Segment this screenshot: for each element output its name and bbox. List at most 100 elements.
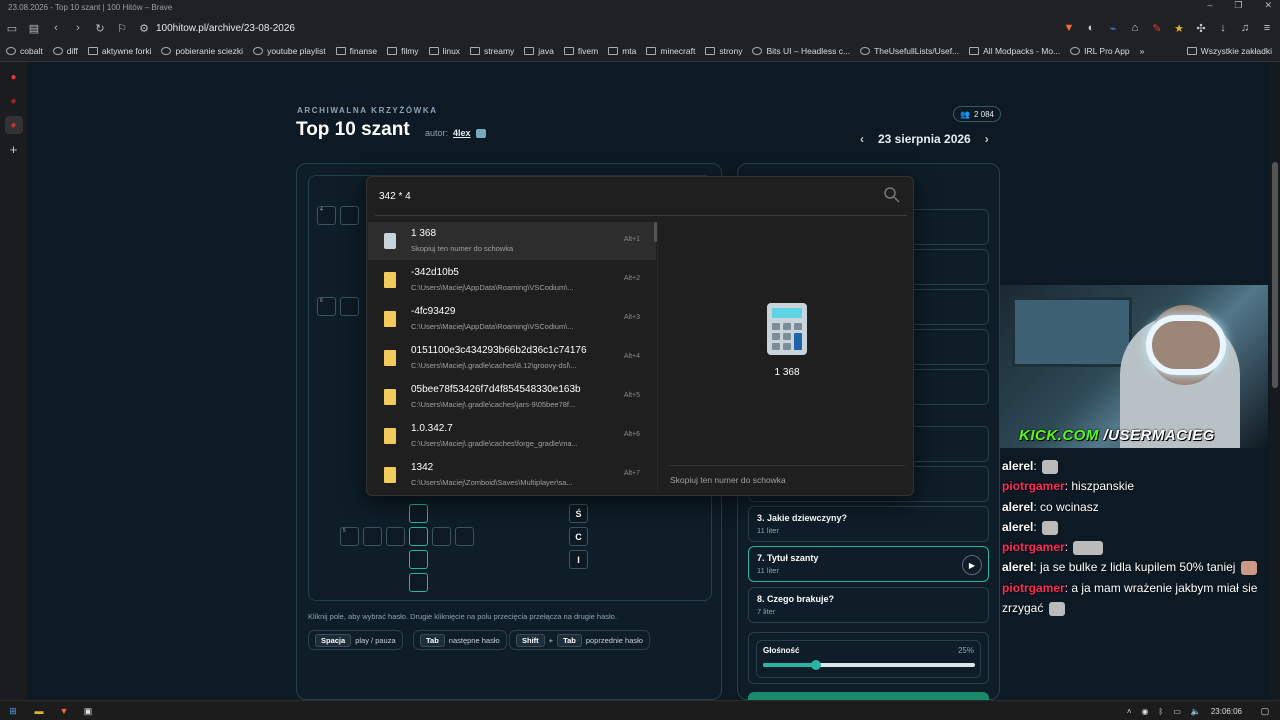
sidebar-app-icon[interactable]: ● <box>5 68 23 86</box>
folder-icon <box>384 272 396 288</box>
bookmark-folder[interactable]: linux <box>428 46 460 56</box>
restore-icon[interactable]: ❐ <box>1234 0 1242 16</box>
extension-icon[interactable]: ⌂ <box>1126 18 1144 38</box>
app-icon[interactable]: ▣ <box>81 704 95 718</box>
bookmark-folder[interactable]: mta <box>608 46 636 56</box>
music-icon[interactable]: ♫ <box>1236 18 1254 38</box>
close-icon[interactable]: ✕ <box>1264 0 1272 16</box>
grid-cell[interactable]: Ś <box>569 504 588 523</box>
folder-icon <box>1186 46 1197 55</box>
volume-slider-handle[interactable] <box>811 660 821 670</box>
search-result[interactable]: 0151100e3c434293b66b2d36c1c74176 C:\User… <box>368 339 656 377</box>
author-link[interactable]: 4lex <box>453 128 471 138</box>
bookmark-folder[interactable]: filmy <box>387 46 419 56</box>
search-result[interactable]: -4fc93429 C:\Users\Maciej\AppData\Roamin… <box>368 300 656 338</box>
bookmark-item[interactable]: cobalt <box>6 46 43 56</box>
volume-icon[interactable]: 🔈 <box>1191 707 1201 716</box>
network-icon[interactable]: ▭ <box>1173 707 1181 716</box>
site-info-icon[interactable]: ⚙ <box>134 18 154 38</box>
grid-cell[interactable] <box>409 504 428 523</box>
next-date-button[interactable]: › <box>985 132 989 146</box>
emote-icon <box>1240 561 1257 576</box>
scrollbar-thumb[interactable] <box>1272 162 1278 388</box>
grid-cell[interactable] <box>363 527 382 546</box>
bookmark-item[interactable]: pobieranie sciezki <box>161 46 243 56</box>
search-result[interactable]: 1.0.342.7 C:\Users\Maciej\.gradle\caches… <box>368 417 656 455</box>
bookmarks-overflow-button[interactable]: » <box>1140 46 1145 56</box>
extension-icon[interactable]: ⌁ <box>1104 18 1122 38</box>
chevron-up-icon[interactable]: ˄ <box>1127 707 1132 716</box>
steam-icon[interactable]: ◉ <box>1142 707 1149 716</box>
address-bar[interactable]: ⚙ 100hitow.pl/archive/23-08-2026 <box>132 18 1082 38</box>
bookmark-folder[interactable]: aktywne forki <box>87 46 151 56</box>
extension-icon[interactable]: ★ <box>1170 18 1188 38</box>
search-result[interactable]: 05bee78f53426f7d4f854548330e163b C:\User… <box>368 378 656 416</box>
search-result[interactable]: 1342 C:\Users\Maciej\Zomboid\Saves\Multi… <box>368 456 656 494</box>
copy-number-action[interactable]: Skopiuj ten numer do schowka <box>670 475 786 485</box>
tab-list-icon[interactable]: ▤ <box>24 18 44 38</box>
search-result[interactable]: -342d10b5 C:\Users\Maciej\AppData\Roamin… <box>368 261 656 299</box>
bookmark-icon[interactable]: ⚐ <box>112 18 132 38</box>
sidebar-app-icon[interactable]: ● <box>5 92 23 110</box>
window-controls[interactable]: – ❐ ✕ <box>1207 0 1272 16</box>
sidebar-toggle-icon[interactable]: ▭ <box>2 18 22 38</box>
bookmark-folder[interactable]: strony <box>705 46 742 56</box>
bookmark-item[interactable]: Bits UI – Headless c... <box>752 46 850 56</box>
bookmark-folder[interactable]: java <box>524 46 554 56</box>
action-button[interactable] <box>748 692 989 700</box>
clue-item-active[interactable]: 7. Tytuł szanty 11 liter ▶ <box>748 546 989 582</box>
bookmark-folder[interactable]: finanse <box>335 46 377 56</box>
menu-icon[interactable]: ≡ <box>1258 18 1276 38</box>
bluetooth-icon[interactable]: ᛒ <box>1159 707 1164 716</box>
back-icon[interactable]: ‹ <box>46 18 66 38</box>
extension-icon[interactable]: ◐ <box>1082 18 1100 38</box>
clue-item[interactable]: 3. Jakie dziewczyny? 11 liter <box>748 506 989 542</box>
forward-icon[interactable]: › <box>68 18 88 38</box>
grid-cell[interactable]: I <box>569 550 588 569</box>
all-bookmarks-folder[interactable]: Wszystkie zakładki <box>1186 46 1272 56</box>
search-result-selected[interactable]: 1 368 Skopiuj ten numer do schowka Alt+1 <box>368 222 656 260</box>
minimize-icon[interactable]: – <box>1207 0 1212 16</box>
clock[interactable]: 23:06:06 <box>1211 707 1242 716</box>
bookmark-folder[interactable]: streamy <box>470 46 514 56</box>
volume-slider[interactable] <box>763 660 975 670</box>
folder-icon <box>524 46 535 55</box>
grid-cell[interactable] <box>409 573 428 592</box>
reload-icon[interactable]: ↻ <box>90 18 110 38</box>
bookmark-item[interactable]: diff <box>52 46 78 56</box>
bookmark-item[interactable]: All Modpacks - Mo... <box>969 46 1060 56</box>
brave-shields-icon[interactable]: ▼ <box>1060 18 1078 38</box>
folder-icon <box>384 467 396 483</box>
bookmark-item[interactable]: TheUsefullLists/Usef... <box>860 46 959 56</box>
grid-cell[interactable] <box>432 527 451 546</box>
bookmark-folder[interactable]: minecraft <box>646 46 695 56</box>
page-scrollbar[interactable] <box>1270 62 1280 700</box>
grid-cell[interactable]: 4 <box>317 206 336 225</box>
grid-cell[interactable] <box>386 527 405 546</box>
clue-item[interactable]: 8. Czego brakuje? 7 liter <box>748 587 989 623</box>
previous-date-button[interactable]: ‹ <box>860 132 864 146</box>
bookmark-item[interactable]: youtube playlist <box>253 46 326 56</box>
add-panel-icon[interactable]: + <box>5 140 23 158</box>
grid-cell[interactable] <box>455 527 474 546</box>
download-icon[interactable]: ↓ <box>1214 18 1232 38</box>
extensions-icon[interactable]: ✣ <box>1192 18 1210 38</box>
start-icon[interactable]: ⊞ <box>6 704 20 718</box>
notifications-icon[interactable]: ▢ <box>1258 704 1272 718</box>
bookmark-folder[interactable]: fivem <box>563 46 598 56</box>
sidebar-app-icon[interactable]: ● <box>4 116 23 134</box>
brave-browser-icon[interactable]: ▼ <box>57 704 71 718</box>
grid-cell[interactable] <box>409 527 428 546</box>
play-button[interactable]: ▶ <box>962 555 982 575</box>
grid-cell[interactable]: 5 <box>340 527 359 546</box>
bookmark-item[interactable]: IRL Pro App <box>1070 46 1130 56</box>
grid-cell[interactable] <box>340 206 359 225</box>
shortcut-play-pause: Spacja play / pauza <box>308 630 403 650</box>
search-input[interactable]: 342 * 4 <box>379 191 411 202</box>
grid-cell[interactable]: 6 <box>317 297 336 316</box>
file-explorer-icon[interactable]: ▬ <box>32 704 46 718</box>
grid-cell[interactable] <box>409 550 428 569</box>
grid-cell[interactable] <box>340 297 359 316</box>
grid-cell[interactable]: C <box>569 527 588 546</box>
extension-icon[interactable]: ✎ <box>1148 18 1166 38</box>
